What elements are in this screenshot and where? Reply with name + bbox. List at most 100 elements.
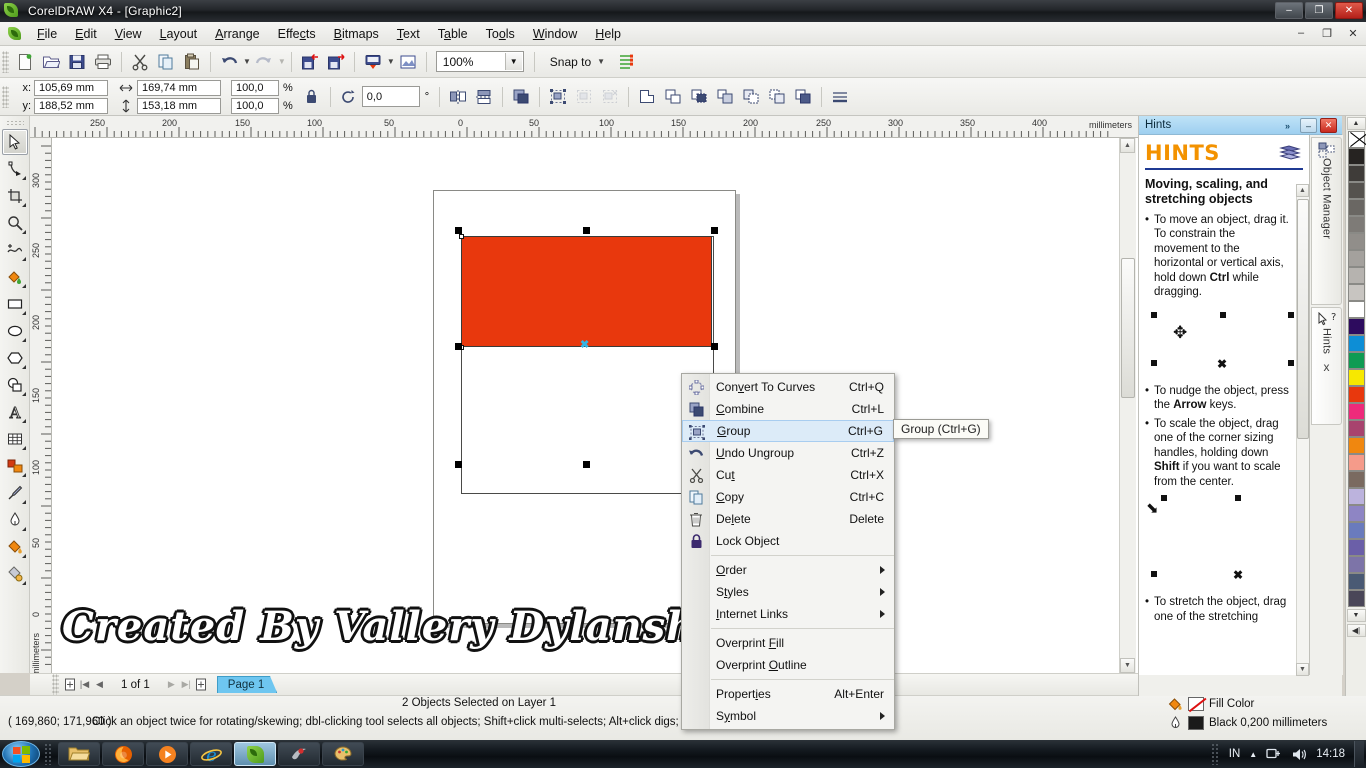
open-document-icon[interactable]: [38, 49, 64, 75]
taskbar-windows-explorer[interactable]: [58, 742, 100, 766]
minimize-button[interactable]: –: [1275, 2, 1303, 19]
launcher-dropdown-icon[interactable]: ▼: [387, 57, 395, 66]
y-position-field[interactable]: 188,52 mm: [34, 97, 108, 114]
outline-color-swatch[interactable]: [1188, 716, 1204, 730]
scale-horizontal-field[interactable]: 100,0: [231, 79, 279, 96]
palette-swatch[interactable]: [1347, 488, 1365, 505]
cut-icon[interactable]: [127, 49, 153, 75]
chevron-down-icon[interactable]: ▼: [504, 53, 522, 70]
palette-swatch[interactable]: [1347, 369, 1365, 386]
to-front-icon[interactable]: [508, 84, 534, 110]
network-plug-icon[interactable]: [1266, 747, 1282, 762]
language-indicator[interactable]: IN: [1229, 748, 1241, 760]
palette-swatch[interactable]: [1347, 199, 1365, 216]
taskbar-coreldraw[interactable]: [234, 742, 276, 766]
redo-icon[interactable]: [251, 49, 277, 75]
context-menu-item-group[interactable]: Group Ctrl+G: [682, 420, 894, 442]
export-icon[interactable]: [323, 49, 349, 75]
context-menu-item-order[interactable]: Order: [682, 559, 894, 581]
close-button[interactable]: ✕: [1335, 2, 1363, 19]
hints-scrollbar[interactable]: ▲ ▼: [1296, 184, 1309, 676]
front-minus-back-icon[interactable]: [738, 84, 764, 110]
next-page-icon[interactable]: ▶: [164, 677, 179, 693]
hints-scroll-down-icon[interactable]: ▼: [1296, 663, 1309, 676]
import-icon[interactable]: [297, 49, 323, 75]
palette-swatch[interactable]: [1347, 522, 1365, 539]
context-menu-item-delete[interactable]: Delete Delete: [682, 508, 894, 530]
show-desktop-button[interactable]: [1354, 741, 1364, 767]
fill-color-swatch[interactable]: [1188, 697, 1204, 711]
vertical-ruler[interactable]: 300 250 200 150 100 50 0 millimeters: [30, 138, 52, 673]
sizing-handle-middle-right[interactable]: [711, 343, 718, 350]
zoom-level-combobox[interactable]: 100% ▼: [435, 51, 524, 72]
crop-tool[interactable]: [2, 183, 28, 209]
eyedropper-tool[interactable]: [2, 480, 28, 506]
palette-swatch[interactable]: [1347, 148, 1365, 165]
freehand-tool[interactable]: [2, 237, 28, 263]
save-icon[interactable]: [64, 49, 90, 75]
menu-arrange[interactable]: Arrange: [206, 24, 268, 44]
context-menu-item-convert-to-curves[interactable]: Convert To Curves Ctrl+Q: [682, 376, 894, 398]
docker-close-button[interactable]: ✕: [1320, 118, 1337, 133]
rectangle-tool[interactable]: [2, 291, 28, 317]
menu-bitmaps[interactable]: Bitmaps: [325, 24, 388, 44]
context-menu-item-combine[interactable]: Combine Ctrl+L: [682, 398, 894, 420]
scale-vertical-field[interactable]: 100,0: [231, 97, 279, 114]
palette-swatch[interactable]: [1347, 352, 1365, 369]
weld-icon[interactable]: [634, 84, 660, 110]
sizing-handle-top-right[interactable]: [711, 227, 718, 234]
propertybar-grip[interactable]: [2, 85, 9, 108]
page-tab-1[interactable]: Page 1: [216, 676, 278, 693]
text-tool[interactable]: A: [2, 399, 28, 425]
book-icon[interactable]: [1279, 144, 1301, 163]
add-page-before-icon[interactable]: [62, 677, 77, 693]
node-handle[interactable]: [459, 234, 464, 239]
palette-swatch[interactable]: [1347, 182, 1365, 199]
boundary-icon[interactable]: [790, 84, 816, 110]
palette-swatch[interactable]: [1347, 216, 1365, 233]
taskbar-clock[interactable]: 14:18: [1316, 748, 1345, 760]
corel-connect-icon[interactable]: [395, 49, 421, 75]
docker-tab-hints[interactable]: ? Hints x: [1311, 307, 1342, 425]
previous-page-icon[interactable]: ◀: [92, 677, 107, 693]
doc-restore-button[interactable]: ❐: [1318, 27, 1336, 40]
polygon-tool[interactable]: [2, 345, 28, 371]
menu-view[interactable]: View: [106, 24, 151, 44]
context-menu-item-cut[interactable]: Cut Ctrl+X: [682, 464, 894, 486]
copy-icon[interactable]: [153, 49, 179, 75]
orange-rectangle-object[interactable]: [461, 236, 712, 347]
print-icon[interactable]: [90, 49, 116, 75]
taskbar-corel-photo-paint[interactable]: [278, 742, 320, 766]
object-width-field[interactable]: 169,74 mm: [137, 79, 221, 96]
palette-swatch[interactable]: [1347, 267, 1365, 284]
zoom-tool[interactable]: [2, 210, 28, 236]
scroll-up-icon[interactable]: ▲: [1120, 138, 1135, 153]
mirror-horizontal-icon[interactable]: [445, 84, 471, 110]
taskbar-internet-explorer[interactable]: e: [190, 742, 232, 766]
snap-to-label[interactable]: Snap to: [550, 55, 591, 69]
context-menu-item-copy[interactable]: Copy Ctrl+C: [682, 486, 894, 508]
context-menu-item-symbol[interactable]: Symbol: [682, 705, 894, 727]
palette-swatch[interactable]: [1347, 556, 1365, 573]
intersect-icon[interactable]: [686, 84, 712, 110]
windows-start-orb[interactable]: [2, 741, 40, 767]
palette-swatch[interactable]: [1347, 284, 1365, 301]
add-page-after-icon[interactable]: [194, 677, 209, 693]
palette-swatch[interactable]: [1347, 250, 1365, 267]
context-menu-item-overprint-outline[interactable]: Overprint Outline: [682, 654, 894, 676]
palette-swatch[interactable]: [1347, 539, 1365, 556]
taskbar-grip[interactable]: [44, 743, 53, 765]
palette-swatch[interactable]: [1347, 590, 1365, 607]
palette-swatch[interactable]: [1347, 454, 1365, 471]
taskbar-media-player[interactable]: [146, 742, 188, 766]
context-menu-item-overprint-fill[interactable]: Overprint Fill: [682, 632, 894, 654]
hints-scroll-thumb[interactable]: [1297, 199, 1309, 439]
palette-swatch[interactable]: [1347, 505, 1365, 522]
context-menu-item-styles[interactable]: Styles: [682, 581, 894, 603]
palette-swatch[interactable]: [1347, 335, 1365, 352]
simplify-icon[interactable]: [712, 84, 738, 110]
palette-swatch[interactable]: [1347, 131, 1365, 148]
maximize-button[interactable]: ❐: [1305, 2, 1333, 19]
palette-swatch[interactable]: [1347, 403, 1365, 420]
drawing-canvas[interactable]: ✖ Created By Vallery Dylansha: [52, 138, 1138, 673]
